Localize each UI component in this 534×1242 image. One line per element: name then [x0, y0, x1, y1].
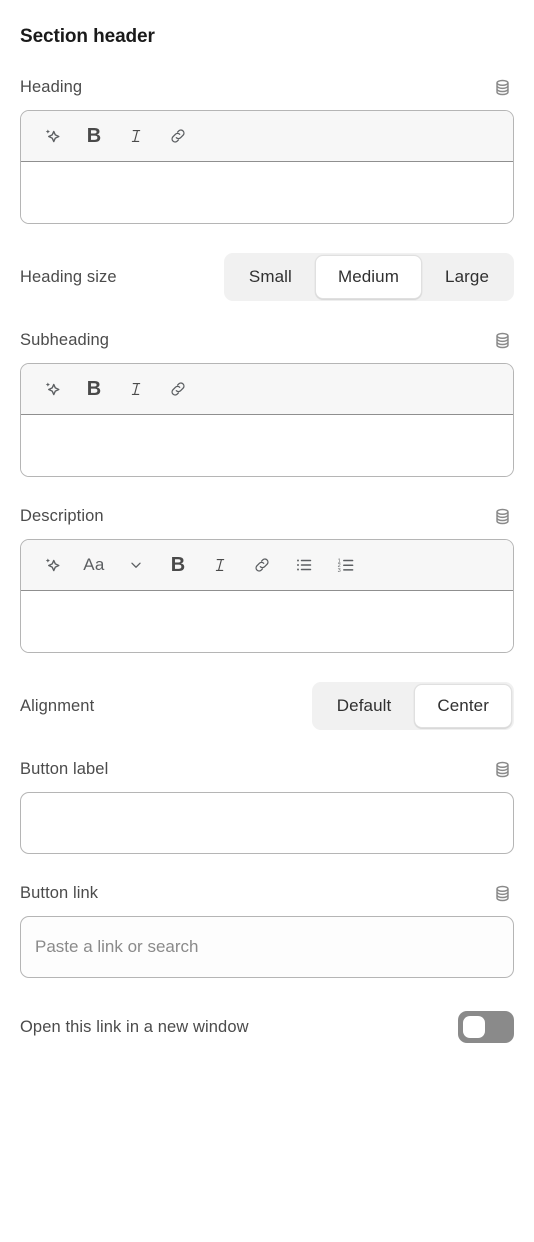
field-heading: Heading B — [20, 75, 514, 224]
heading-rich-text-editor[interactable]: B — [20, 110, 514, 224]
numbered-list-icon[interactable]: 1 2 3 — [327, 546, 365, 584]
heading-editor-body[interactable] — [21, 162, 513, 223]
bulleted-list-icon[interactable] — [285, 546, 323, 584]
button-label-label: Button label — [20, 760, 109, 778]
italic-icon[interactable] — [201, 546, 239, 584]
subheading-editor-body[interactable] — [21, 415, 513, 476]
italic-icon[interactable] — [117, 117, 155, 155]
page-title: Section header — [20, 26, 155, 47]
heading-size-label: Heading size — [20, 268, 117, 286]
subheading-editor-toolbar: B — [21, 364, 513, 415]
field-button-label: Button label — [20, 757, 514, 854]
heading-editor-toolbar: B — [21, 111, 513, 162]
bold-icon[interactable]: B — [75, 370, 113, 408]
ai-sparkle-icon[interactable] — [33, 546, 71, 584]
description-label-row: Description — [20, 504, 514, 528]
field-alignment: Alignment Default Center — [20, 682, 514, 730]
bold-icon[interactable]: B — [75, 117, 113, 155]
alignment-label: Alignment — [20, 697, 95, 715]
heading-size-option-large[interactable]: Large — [422, 255, 512, 299]
field-heading-size: Heading size Small Medium Large — [20, 253, 514, 301]
ai-sparkle-icon[interactable] — [33, 370, 71, 408]
open-new-window-label: Open this link in a new window — [20, 1017, 249, 1036]
description-editor-body[interactable] — [21, 591, 513, 652]
italic-icon[interactable] — [117, 370, 155, 408]
field-subheading: Subheading B — [20, 328, 514, 477]
font-style-icon[interactable]: Aa — [75, 546, 113, 584]
database-icon[interactable] — [490, 881, 514, 905]
link-icon[interactable] — [159, 370, 197, 408]
alignment-segmented-control: Default Center — [311, 682, 514, 730]
button-link-label: Button link — [20, 884, 99, 902]
description-editor-toolbar: Aa B 1 2 3 — [21, 540, 513, 591]
open-new-window-toggle[interactable] — [458, 1011, 514, 1043]
field-open-new-window: Open this link in a new window — [20, 1011, 514, 1043]
database-icon[interactable] — [490, 75, 514, 99]
heading-size-option-medium[interactable]: Medium — [314, 255, 423, 299]
heading-size-segmented-control: Small Medium Large — [223, 253, 514, 301]
heading-label-row: Heading — [20, 75, 514, 99]
button-label-input[interactable] — [20, 792, 514, 854]
alignment-option-center[interactable]: Center — [414, 684, 512, 728]
button-label-label-row: Button label — [20, 757, 514, 781]
description-label: Description — [20, 507, 104, 525]
description-rich-text-editor[interactable]: Aa B 1 2 3 — [20, 539, 514, 653]
section-header-settings-panel: Section header Heading B Heading size Sm… — [0, 0, 534, 1242]
subheading-rich-text-editor[interactable]: B — [20, 363, 514, 477]
field-button-link: Button link — [20, 881, 514, 978]
button-link-label-row: Button link — [20, 881, 514, 905]
subheading-label: Subheading — [20, 331, 110, 349]
toggle-knob — [463, 1016, 485, 1038]
database-icon[interactable] — [490, 757, 514, 781]
chevron-down-icon[interactable] — [117, 546, 155, 584]
heading-label: Heading — [20, 78, 83, 96]
heading-size-option-small[interactable]: Small — [226, 255, 315, 299]
ai-sparkle-icon[interactable] — [33, 117, 71, 155]
button-link-input[interactable] — [20, 916, 514, 978]
database-icon[interactable] — [490, 504, 514, 528]
database-icon[interactable] — [490, 328, 514, 352]
alignment-option-default[interactable]: Default — [314, 684, 415, 728]
subheading-label-row: Subheading — [20, 328, 514, 352]
bold-icon[interactable]: B — [159, 546, 197, 584]
link-icon[interactable] — [159, 117, 197, 155]
field-description: Description Aa B 1 2 3 — [20, 504, 514, 653]
link-icon[interactable] — [243, 546, 281, 584]
svg-text:3: 3 — [338, 568, 341, 574]
